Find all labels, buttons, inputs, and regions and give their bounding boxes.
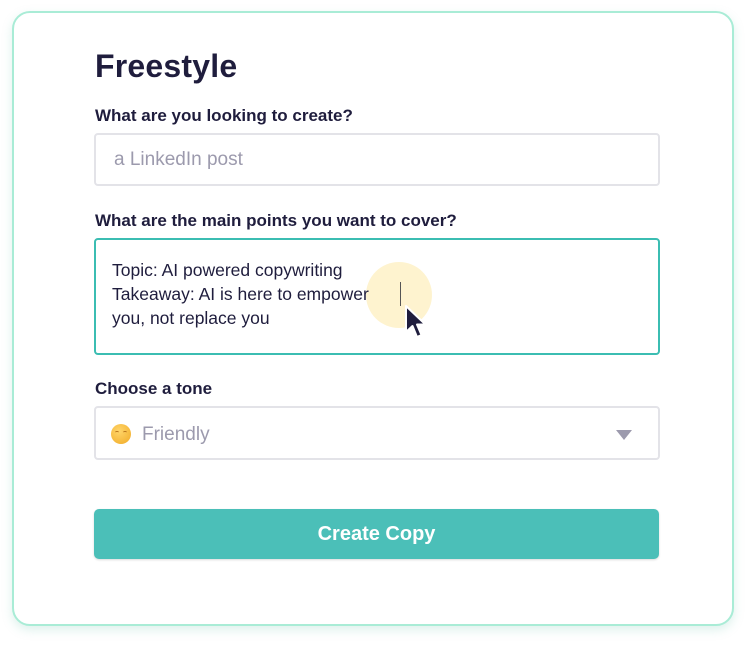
create-input[interactable] xyxy=(94,133,660,186)
chevron-down-icon[interactable] xyxy=(616,430,632,440)
smiling-face-emoji-icon xyxy=(111,424,131,444)
mouse-pointer-icon xyxy=(405,305,427,338)
create-field-label: What are you looking to create? xyxy=(95,106,353,125)
main-points-text: Topic: AI powered copywriting Takeaway: … xyxy=(112,260,369,328)
main-points-textarea[interactable]: Topic: AI powered copywriting Takeaway: … xyxy=(94,238,660,355)
tone-selected-value: Friendly xyxy=(142,424,210,445)
text-caret xyxy=(400,282,401,306)
points-field-label: What are the main points you want to cov… xyxy=(95,211,457,230)
create-copy-button[interactable]: Create Copy xyxy=(94,509,659,559)
tone-select[interactable]: Friendly xyxy=(94,406,660,460)
tone-field-label: Choose a tone xyxy=(95,379,213,398)
page-title: Freestyle xyxy=(95,48,238,84)
